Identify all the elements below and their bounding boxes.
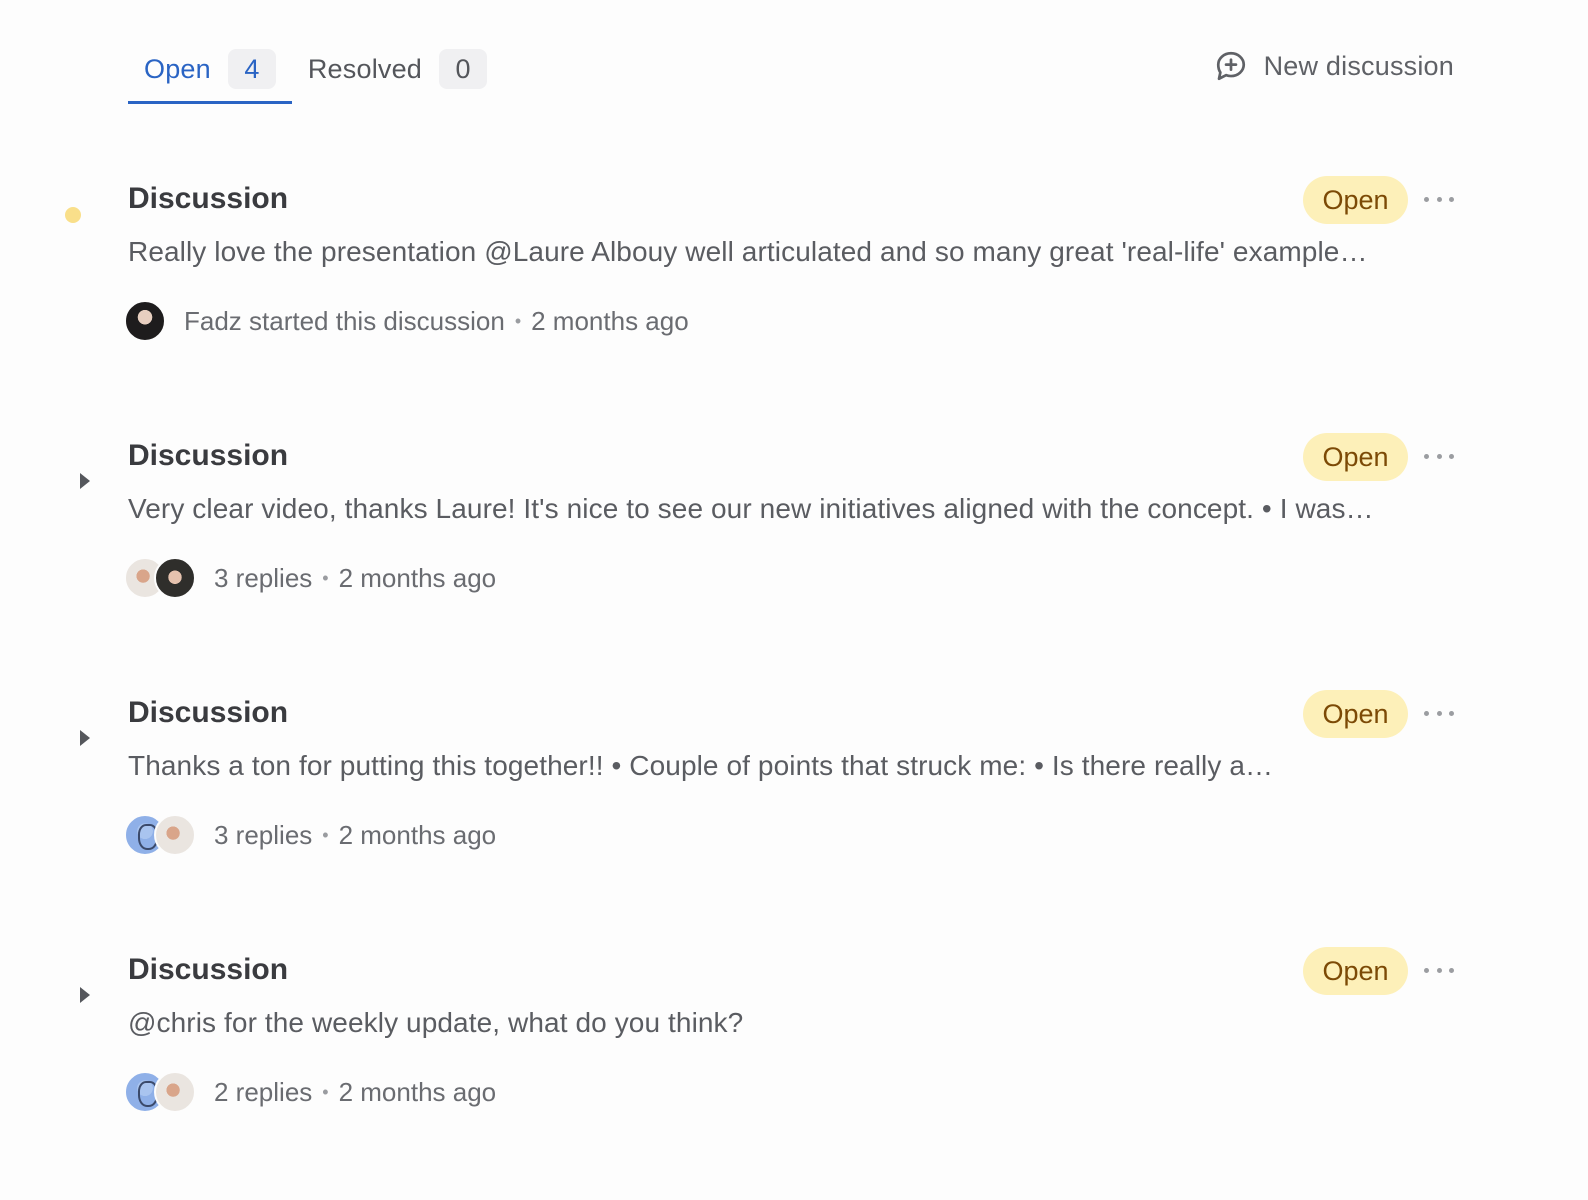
more-options-button[interactable] — [1424, 961, 1454, 979]
tab-open-count: 4 — [227, 49, 276, 89]
more-options-button[interactable] — [1424, 704, 1454, 722]
tab-open[interactable]: Open 4 — [128, 38, 292, 104]
discussion-preview: Thanks a ton for putting this together!!… — [128, 750, 1274, 781]
more-options-button[interactable] — [1424, 447, 1454, 465]
unread-dot-icon — [65, 207, 81, 223]
meta-separator: • — [514, 310, 522, 331]
discussion-title: Discussion — [128, 182, 289, 215]
more-dot-icon — [1449, 453, 1454, 459]
expand-caret-icon[interactable] — [80, 987, 90, 1003]
status-badge[interactable]: Open — [1303, 176, 1408, 224]
more-dot-icon — [1436, 710, 1442, 716]
discussion-item[interactable]: Discussion Open Really love the presenta… — [0, 176, 1588, 382]
more-options-button[interactable] — [1424, 190, 1454, 208]
more-dot-icon — [1436, 967, 1442, 973]
discussion-meta: 3 replies • 2 months ago — [124, 557, 496, 599]
discussion-time: 2 months ago — [531, 305, 689, 336]
discussion-meta: 3 replies • 2 months ago — [124, 814, 496, 856]
discussion-title: Discussion — [128, 439, 289, 472]
discussion-time: 2 months ago — [338, 562, 497, 593]
meta-separator: • — [322, 824, 329, 845]
meta-separator: • — [322, 1081, 329, 1102]
discussion-item[interactable]: Discussion Open @chris for the weekly up… — [0, 947, 1588, 1153]
more-dot-icon — [1449, 710, 1454, 716]
discussion-preview: @chris for the weekly update, what do yo… — [128, 1007, 744, 1038]
tab-resolved-count: 0 — [439, 49, 488, 89]
more-dot-icon — [1424, 196, 1429, 202]
expand-caret-icon[interactable] — [80, 730, 90, 746]
status-badge[interactable]: Open — [1303, 947, 1408, 995]
discussion-meta: 2 replies • 2 months ago — [124, 1071, 496, 1113]
reply-count[interactable]: 2 replies — [214, 1077, 312, 1108]
participant-avatars — [124, 300, 166, 342]
avatar — [154, 557, 196, 599]
discussion-tabs: Open 4 Resolved 0 — [128, 38, 503, 104]
more-dot-icon — [1449, 196, 1454, 202]
tab-resolved[interactable]: Resolved 0 — [292, 38, 503, 100]
participant-avatars — [124, 814, 196, 856]
status-badge[interactable]: Open — [1303, 690, 1408, 738]
more-dot-icon — [1424, 453, 1429, 459]
status-badge[interactable]: Open — [1303, 433, 1408, 481]
participant-avatars — [124, 557, 196, 599]
reply-count[interactable]: 3 replies — [214, 820, 312, 851]
discussion-time: 2 months ago — [338, 1076, 497, 1107]
new-discussion-label: New discussion — [1263, 50, 1454, 81]
discussion-preview: Very clear video, thanks Laure! It's nic… — [128, 493, 1374, 524]
discussion-title: Discussion — [128, 696, 289, 729]
more-dot-icon — [1436, 196, 1442, 202]
avatar — [154, 814, 196, 856]
more-dot-icon — [1436, 453, 1442, 459]
more-dot-icon — [1449, 967, 1454, 973]
tab-open-label: Open — [144, 53, 211, 84]
discussion-item[interactable]: Discussion Open Thanks a ton for putting… — [0, 690, 1588, 896]
discussion-starter: Fadz started this discussion — [184, 305, 505, 336]
meta-separator: • — [322, 567, 329, 588]
more-dot-icon — [1424, 710, 1429, 716]
expand-caret-icon[interactable] — [80, 473, 90, 489]
discussion-time: 2 months ago — [338, 819, 497, 850]
tab-resolved-label: Resolved — [307, 53, 423, 84]
avatar — [124, 300, 166, 342]
new-discussion-button[interactable]: New discussion — [1213, 48, 1454, 84]
chat-plus-icon — [1216, 51, 1245, 81]
discussion-preview: Really love the presentation @Laure Albo… — [128, 236, 1368, 267]
discussion-title: Discussion — [128, 953, 289, 986]
participant-avatars — [124, 1071, 196, 1113]
discussion-item[interactable]: Discussion Open Very clear video, thanks… — [0, 433, 1588, 639]
more-dot-icon — [1424, 967, 1429, 973]
reply-count[interactable]: 3 replies — [214, 563, 312, 594]
avatar — [154, 1071, 196, 1113]
discussion-meta: Fadz started this discussion • 2 months … — [124, 300, 689, 342]
